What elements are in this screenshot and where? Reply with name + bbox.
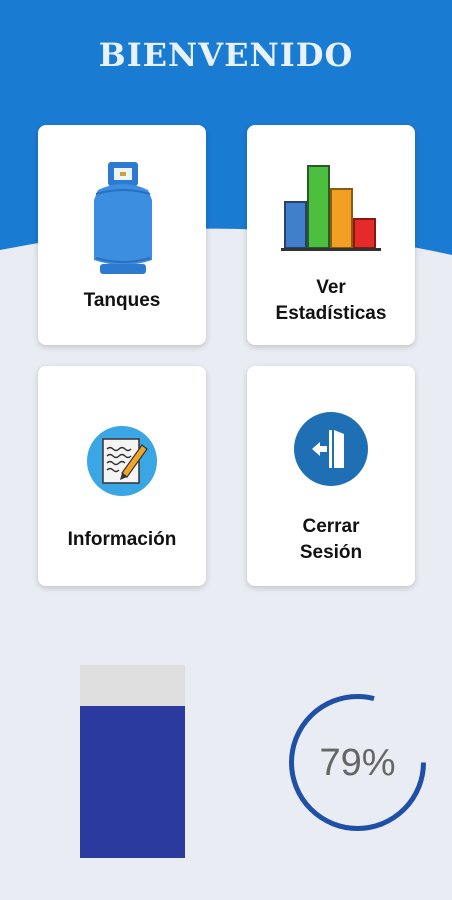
ver-estadisticas-button[interactable]: Ver Estadísticas xyxy=(247,125,415,345)
percent-text: 79% xyxy=(319,742,396,784)
informacion-button[interactable]: Información xyxy=(38,366,206,586)
exit-door-icon xyxy=(294,412,368,486)
tank-level-fill xyxy=(80,705,185,858)
ver-label: Ver xyxy=(316,277,346,298)
cerrar-sesion-button[interactable]: Cerrar Sesión xyxy=(247,366,415,586)
cerrar-label: Cerrar xyxy=(302,516,360,537)
informacion-label: Información xyxy=(67,529,177,550)
tanques-label: Tanques xyxy=(83,290,161,311)
tank-level-bar xyxy=(80,665,185,858)
sesion-label: Sesión xyxy=(299,542,363,563)
bar-chart-icon xyxy=(281,165,381,251)
gas-cylinder-icon xyxy=(94,162,152,274)
page-title: BIENVENIDO xyxy=(98,36,354,74)
tanques-button[interactable]: Tanques xyxy=(38,125,206,345)
estadisticas-label: Estadísticas xyxy=(275,303,387,324)
notepad-icon xyxy=(87,426,157,496)
